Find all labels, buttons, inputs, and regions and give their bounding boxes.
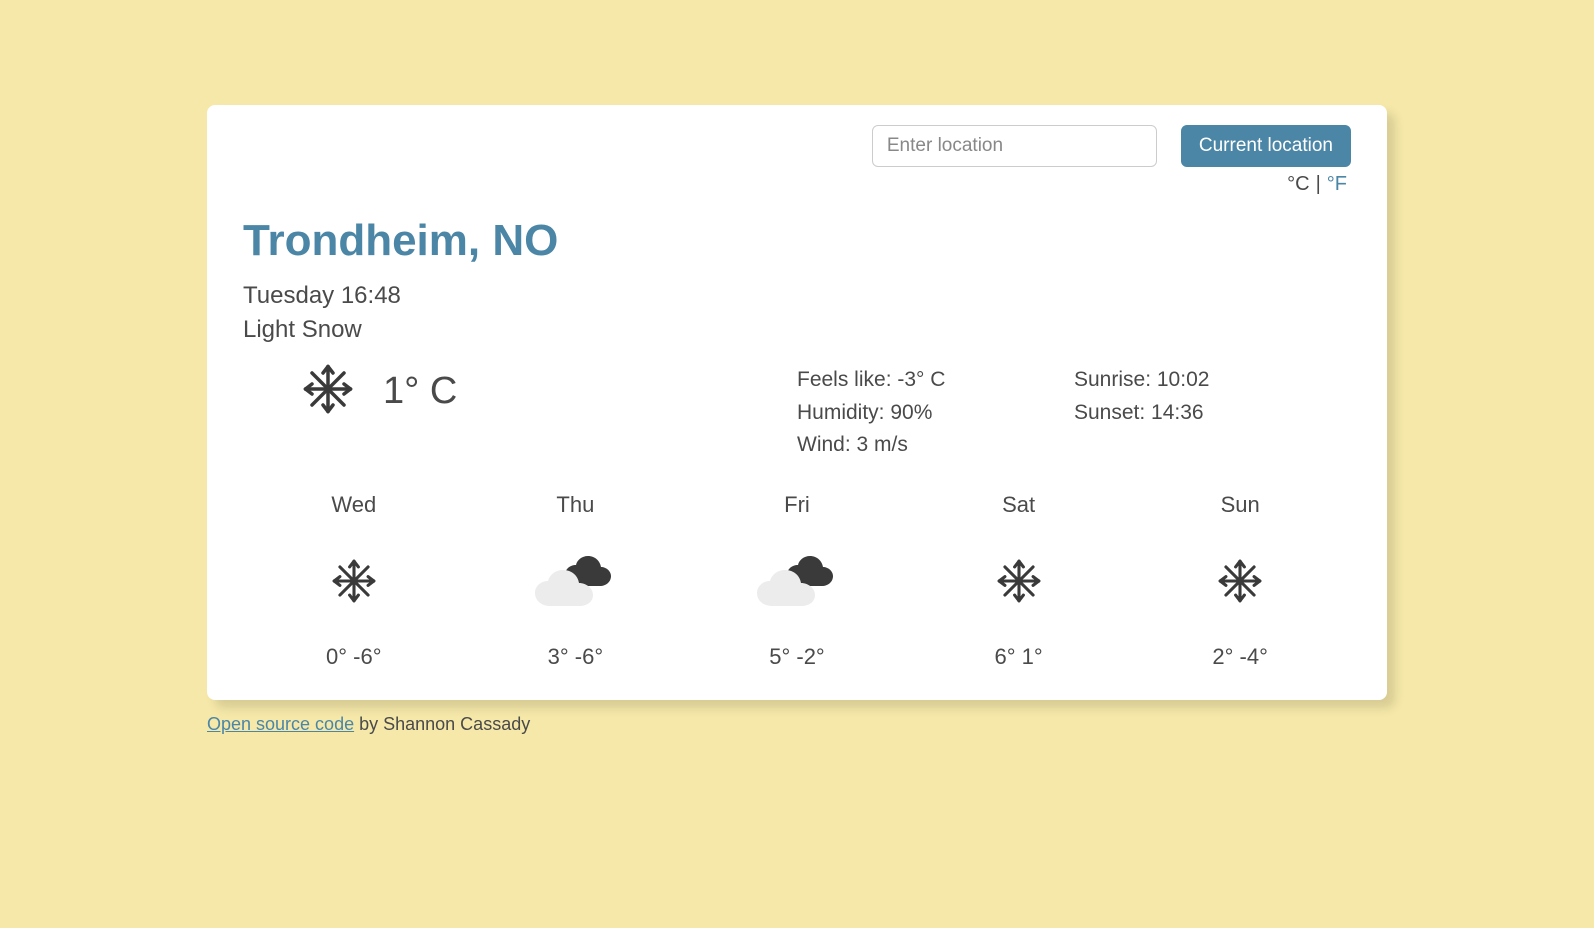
location-input[interactable] [872,125,1157,167]
city-name: Trondheim, NO [243,216,1351,266]
current-location-button[interactable]: Current location [1181,125,1351,167]
humidity-text: Humidity: 90% [797,397,1074,430]
forecast-day: Sun 2° -4° [1129,492,1351,670]
day-label: Sat [908,492,1130,518]
snow-icon [303,364,353,419]
unit-celsius-link[interactable]: °C [1287,173,1309,196]
current-stats-col2: Sunrise: 10:02 Sunset: 14:36 [1074,364,1351,462]
cloudy-icon [465,546,687,616]
footer: Open source code by Shannon Cassady [207,714,1387,735]
current-stats-col1: Feels like: -3° C Humidity: 90% Wind: 3 … [797,364,1074,462]
day-label: Fri [686,492,908,518]
unit-separator: | [1316,173,1321,196]
current-weather-row: 1° C Feels like: -3° C Humidity: 90% Win… [243,364,1351,462]
day-label: Sun [1129,492,1351,518]
wind-text: Wind: 3 m/s [797,429,1074,462]
forecast-day: Wed 0° -6° [243,492,465,670]
condition-text: Light Snow [243,316,1351,344]
current-temp: 1° C [383,370,457,413]
feels-like-text: Feels like: -3° C [797,364,1074,397]
unit-toggle: °C | °F [243,173,1351,196]
day-temps: 5° -2° [686,644,908,670]
day-temps: 6° 1° [908,644,1130,670]
forecast-day: Sat 6° 1° [908,492,1130,670]
day-temps: 0° -6° [243,644,465,670]
footer-byline: by Shannon Cassady [354,714,530,734]
day-label: Wed [243,492,465,518]
datetime-text: Tuesday 16:48 [243,282,1351,310]
forecast-row: Wed 0° -6° Thu 3° -6° Fri 5° -2° Sat 6° … [243,492,1351,670]
snow-icon [243,546,465,616]
weather-card: Current location °C | °F Trondheim, NO T… [207,105,1387,700]
sunrise-text: Sunrise: 10:02 [1074,364,1351,397]
search-row: Current location [243,125,1351,167]
day-label: Thu [465,492,687,518]
unit-fahrenheit-link[interactable]: °F [1327,173,1347,196]
forecast-day: Fri 5° -2° [686,492,908,670]
forecast-day: Thu 3° -6° [465,492,687,670]
day-temps: 3° -6° [465,644,687,670]
source-code-link[interactable]: Open source code [207,714,354,734]
day-temps: 2° -4° [1129,644,1351,670]
cloudy-icon [686,546,908,616]
snow-icon [1129,546,1351,616]
sunset-text: Sunset: 14:36 [1074,397,1351,430]
snow-icon [908,546,1130,616]
